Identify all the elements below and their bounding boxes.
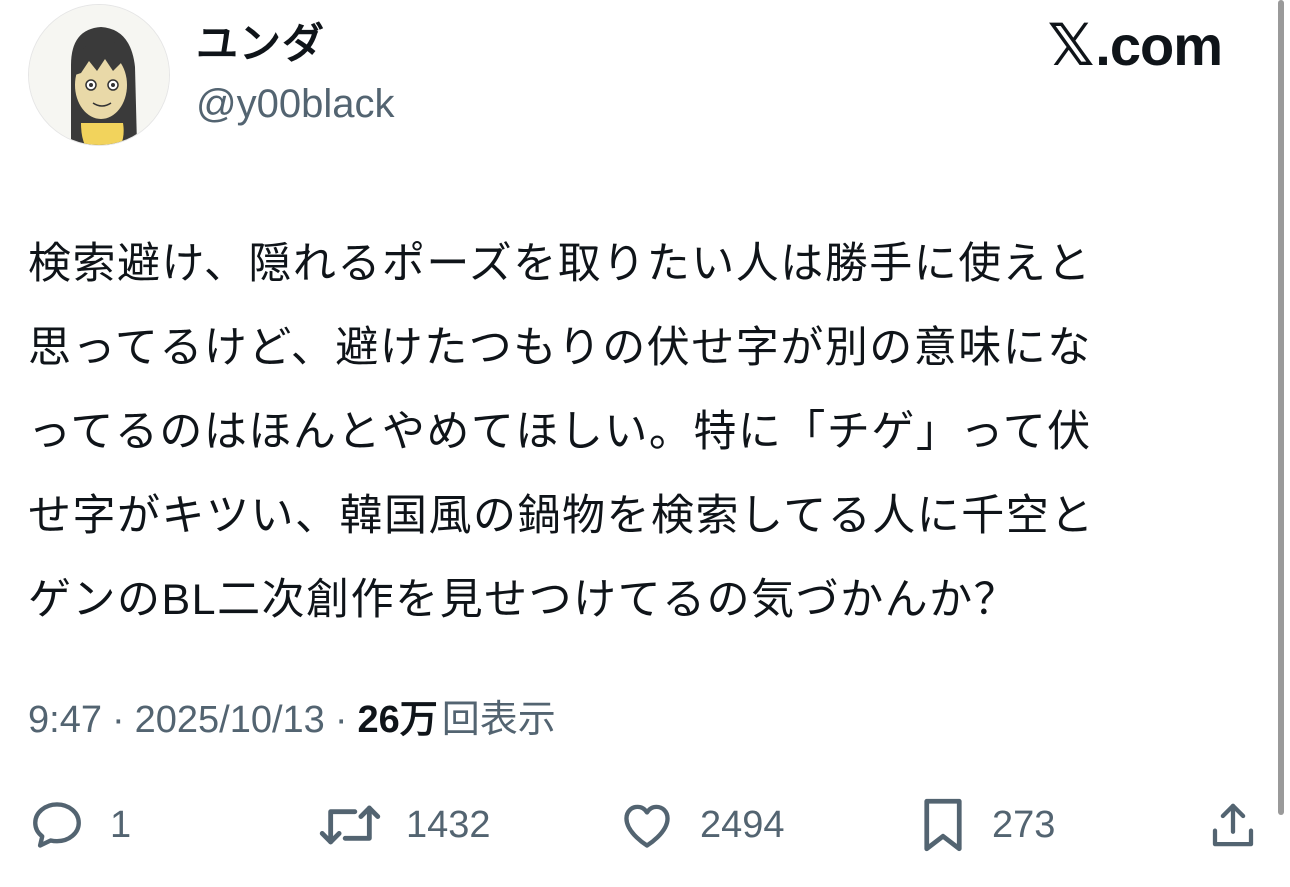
heart-icon — [624, 804, 670, 848]
x-brand: 𝕏 .com — [1047, 13, 1223, 78]
action-bar: 1 1432 2494 273 — [28, 790, 1260, 860]
x-logo-icon: 𝕏 — [1047, 13, 1095, 78]
tweet-date[interactable]: 2025/10/13 — [135, 694, 325, 746]
share-icon — [1212, 803, 1254, 847]
author-display-name[interactable]: ユンダ — [196, 16, 325, 72]
views-count: 26万 — [357, 699, 438, 741]
like-count: 2494 — [700, 803, 785, 846]
reply-icon — [33, 802, 81, 848]
avatar[interactable] — [28, 4, 170, 146]
tweet-meta: 9:47 · 2025/10/13 · 26万 回表示 — [28, 694, 556, 746]
views-label: 回表示 — [441, 699, 556, 741]
repost-icon — [319, 805, 381, 845]
bookmark-icon — [924, 798, 962, 852]
like-button[interactable]: 2494 — [618, 790, 785, 860]
avatar-illustration — [29, 5, 169, 145]
meta-separator: · — [334, 699, 348, 741]
tweet-time[interactable]: 9:47 — [28, 694, 102, 746]
brand-label: .com — [1095, 14, 1223, 77]
author-handle[interactable]: @y00black — [196, 78, 394, 130]
meta-separator: · — [111, 699, 125, 741]
share-button[interactable] — [1206, 790, 1260, 860]
bookmark-button[interactable]: 273 — [918, 790, 1055, 860]
repost-count: 1432 — [406, 803, 491, 846]
scrollbar[interactable] — [1278, 0, 1284, 815]
reply-count: 1 — [110, 803, 132, 846]
repost-button[interactable]: 1432 — [318, 790, 491, 860]
bookmark-count: 273 — [992, 803, 1056, 846]
reply-button[interactable]: 1 — [28, 790, 131, 860]
tweet-text: 検索避け、隠れるポーズを取りたい人は勝手に使えと 思ってるけど、避けたつもりの伏… — [28, 240, 1095, 624]
